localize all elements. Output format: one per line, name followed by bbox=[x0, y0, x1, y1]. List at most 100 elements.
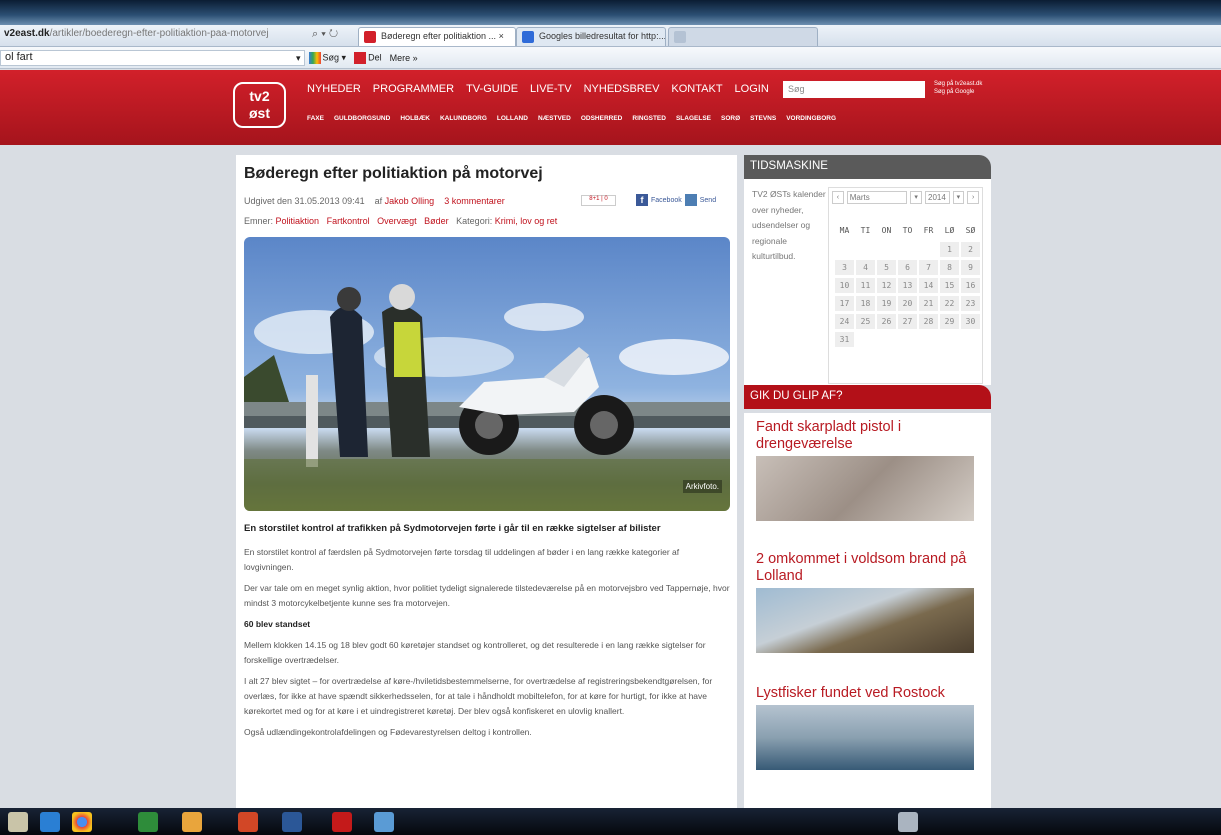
address-bar[interactable]: v2east.dk/artikler/boederegn-efter-polit… bbox=[4, 28, 304, 44]
search-command[interactable]: Søg ▾ bbox=[308, 52, 346, 64]
send-button[interactable]: Send bbox=[700, 197, 716, 204]
calendar-day[interactable]: 24 bbox=[835, 314, 854, 329]
share-command[interactable]: Del bbox=[354, 52, 382, 64]
calendar-day[interactable]: 15 bbox=[940, 278, 959, 293]
tab-blank[interactable] bbox=[668, 27, 818, 46]
search-site-link[interactable]: Søg på tv2east.dk bbox=[934, 80, 982, 88]
calendar-day[interactable]: 30 bbox=[961, 314, 980, 329]
powerpoint-icon[interactable] bbox=[238, 812, 258, 832]
region-soro[interactable]: SORØ bbox=[721, 115, 740, 122]
chevron-down-icon[interactable]: ▾ bbox=[910, 191, 923, 204]
command-bar: ol fart ▾ Søg ▾ Del Mere » bbox=[0, 47, 1221, 69]
calendar-day[interactable]: 26 bbox=[877, 314, 896, 329]
google-plus-button[interactable]: 8+1 | 0 bbox=[581, 195, 616, 206]
calendar-day[interactable]: 12 bbox=[877, 278, 896, 293]
author-link[interactable]: Jakob Olling bbox=[385, 196, 435, 206]
calendar-day[interactable]: 2 bbox=[961, 242, 980, 257]
missed-item-title[interactable]: 2 omkommet i voldsom brand på Lolland bbox=[756, 551, 976, 585]
calendar-day[interactable]: 10 bbox=[835, 278, 854, 293]
region-slagelse[interactable]: SLAGELSE bbox=[676, 115, 711, 122]
nav-tv-guide[interactable]: TV-GUIDE bbox=[466, 83, 518, 95]
month-select[interactable]: Marts bbox=[846, 191, 908, 204]
app-icon[interactable] bbox=[374, 812, 394, 832]
calendar-day[interactable]: 22 bbox=[940, 296, 959, 311]
topic-link[interactable]: Overvægt bbox=[377, 216, 417, 226]
calendar-day[interactable]: 3 bbox=[835, 260, 854, 275]
missed-item-title[interactable]: Fandt skarpladt pistol i drengeværelse bbox=[756, 419, 976, 453]
region-lolland[interactable]: LOLLAND bbox=[497, 115, 528, 122]
calendar-day[interactable]: 29 bbox=[940, 314, 959, 329]
calendar-day[interactable]: 20 bbox=[898, 296, 917, 311]
chevron-down-icon[interactable]: ▾ bbox=[952, 191, 965, 204]
calendar-day[interactable]: 6 bbox=[898, 260, 917, 275]
topic-link[interactable]: Bøder bbox=[424, 216, 449, 226]
missed-item[interactable]: Fandt skarpladt pistol i drengeværelse bbox=[756, 419, 976, 521]
calendar-day[interactable]: 17 bbox=[835, 296, 854, 311]
missed-item-image[interactable] bbox=[756, 705, 974, 770]
region-odsherred[interactable]: ODSHERRED bbox=[581, 115, 623, 122]
region-faxe[interactable]: FAXE bbox=[307, 115, 324, 122]
topic-link[interactable]: Fartkontrol bbox=[327, 216, 370, 226]
calendar-day[interactable]: 9 bbox=[961, 260, 980, 275]
missed-item-image[interactable] bbox=[756, 588, 974, 653]
dropdown-arrow-icon[interactable]: ▾ bbox=[296, 53, 301, 64]
tab-google-images[interactable]: Googles billedresultat for http:... bbox=[516, 27, 666, 46]
calendar-day[interactable]: 16 bbox=[961, 278, 980, 293]
tv2-ost-logo[interactable]: tv2 øst bbox=[233, 82, 286, 128]
calendar-day[interactable]: 21 bbox=[919, 296, 938, 311]
facebook-share-button[interactable]: Facebook bbox=[651, 197, 682, 204]
calendar-day[interactable]: 8 bbox=[940, 260, 959, 275]
calendar-day[interactable]: 27 bbox=[898, 314, 917, 329]
nav-live-tv[interactable]: LIVE-TV bbox=[530, 83, 572, 95]
region-stevns[interactable]: STEVNS bbox=[750, 115, 776, 122]
missed-item-image[interactable] bbox=[756, 456, 974, 521]
calendar-day[interactable]: 4 bbox=[856, 260, 875, 275]
calendar-day[interactable]: 25 bbox=[856, 314, 875, 329]
region-vordingborg[interactable]: VORDINGBORG bbox=[786, 115, 836, 122]
region-holbaek[interactable]: HOLBÆK bbox=[400, 115, 430, 122]
topic-link[interactable]: Politiaktion bbox=[276, 216, 320, 226]
chrome-icon[interactable] bbox=[72, 812, 92, 832]
region-guldborgsund[interactable]: GULDBORGSUND bbox=[334, 115, 390, 122]
calendar-day[interactable]: 18 bbox=[856, 296, 875, 311]
toolbar-search-input[interactable]: ol fart bbox=[0, 50, 305, 66]
calendar-day[interactable]: 14 bbox=[919, 278, 938, 293]
next-month-button[interactable]: › bbox=[967, 191, 979, 204]
calendar-day[interactable]: 31 bbox=[835, 332, 854, 347]
search-google-link[interactable]: Søg på Google bbox=[934, 88, 982, 96]
nav-login[interactable]: LOGIN bbox=[735, 83, 769, 95]
nav-kontakt[interactable]: KONTAKT bbox=[671, 83, 722, 95]
missed-item[interactable]: 2 omkommet i voldsom brand på Lolland bbox=[756, 551, 976, 653]
acrobat-icon[interactable] bbox=[332, 812, 352, 832]
address-actions[interactable]: ⌕ ▾ ↻ bbox=[312, 28, 338, 41]
prev-month-button[interactable]: ‹ bbox=[832, 191, 844, 204]
region-ringsted[interactable]: RINGSTED bbox=[632, 115, 666, 122]
tab-active[interactable]: Bøderegn efter politiaktion ... × bbox=[358, 27, 516, 46]
calendar-day[interactable]: 13 bbox=[898, 278, 917, 293]
excel-icon[interactable] bbox=[138, 812, 158, 832]
media-player-icon[interactable] bbox=[40, 812, 60, 832]
calendar-day[interactable]: 11 bbox=[856, 278, 875, 293]
missed-item-title[interactable]: Lystfisker fundet ved Rostock bbox=[756, 685, 976, 702]
nav-nyheder[interactable]: NYHEDER bbox=[307, 83, 361, 95]
calendar-day[interactable]: 23 bbox=[961, 296, 980, 311]
site-search-input[interactable]: Søg bbox=[783, 81, 925, 98]
region-kalundborg[interactable]: KALUNDBORG bbox=[440, 115, 487, 122]
nav-nyhedsbrev[interactable]: NYHEDSBREV bbox=[584, 83, 660, 95]
calendar-day[interactable]: 7 bbox=[919, 260, 938, 275]
explorer-icon[interactable] bbox=[8, 812, 28, 832]
folder-icon[interactable] bbox=[182, 812, 202, 832]
category-link[interactable]: Krimi, lov og ret bbox=[495, 216, 558, 226]
calendar-day[interactable]: 28 bbox=[919, 314, 938, 329]
word-icon[interactable] bbox=[282, 812, 302, 832]
nav-programmer[interactable]: PROGRAMMER bbox=[373, 83, 454, 95]
calendar-day[interactable]: 1 bbox=[940, 242, 959, 257]
tray-app-icon[interactable] bbox=[898, 812, 918, 832]
region-naestved[interactable]: NÆSTVED bbox=[538, 115, 571, 122]
calendar-day[interactable]: 5 bbox=[877, 260, 896, 275]
missed-item[interactable]: Lystfisker fundet ved Rostock bbox=[756, 685, 976, 770]
comments-link[interactable]: 3 kommentarer bbox=[444, 196, 505, 206]
calendar-day[interactable]: 19 bbox=[877, 296, 896, 311]
year-select[interactable]: 2014 bbox=[925, 191, 950, 204]
more-command[interactable]: Mere » bbox=[390, 53, 418, 63]
